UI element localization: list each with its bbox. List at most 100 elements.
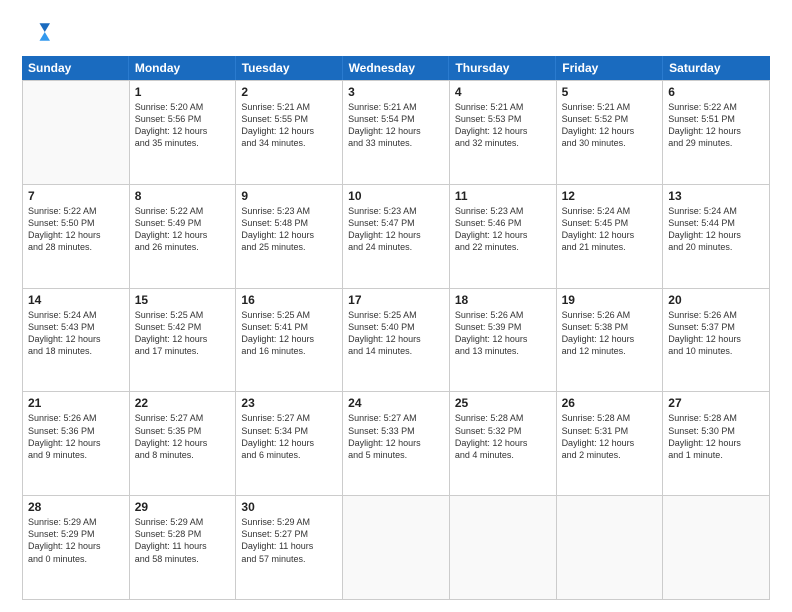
cal-cell: 14Sunrise: 5:24 AMSunset: 5:43 PMDayligh… [23,289,130,393]
cell-line: Sunrise: 5:24 AM [668,205,764,217]
day-number: 26 [562,396,658,410]
cal-cell: 18Sunrise: 5:26 AMSunset: 5:39 PMDayligh… [450,289,557,393]
cell-line: Sunset: 5:38 PM [562,321,658,333]
cell-line: Sunset: 5:28 PM [135,528,231,540]
logo-icon [22,18,50,46]
weekday-header-thursday: Thursday [449,56,556,80]
day-number: 1 [135,85,231,99]
cell-line: Sunset: 5:42 PM [135,321,231,333]
cell-line: Daylight: 12 hours [348,125,444,137]
cell-line: and 9 minutes. [28,449,124,461]
cal-cell: 3Sunrise: 5:21 AMSunset: 5:54 PMDaylight… [343,81,450,185]
cal-cell [450,496,557,600]
cell-line: and 58 minutes. [135,553,231,565]
day-number: 15 [135,293,231,307]
cell-line: and 5 minutes. [348,449,444,461]
cell-line: Sunset: 5:46 PM [455,217,551,229]
weekday-header-saturday: Saturday [663,56,770,80]
cell-line: Sunset: 5:51 PM [668,113,764,125]
cell-line: Sunset: 5:36 PM [28,425,124,437]
cell-line: Sunset: 5:54 PM [348,113,444,125]
cell-line: Daylight: 12 hours [562,229,658,241]
cell-line: Sunrise: 5:27 AM [135,412,231,424]
cell-line: Sunrise: 5:22 AM [135,205,231,217]
cell-line: Daylight: 12 hours [455,125,551,137]
cell-line: Daylight: 12 hours [135,125,231,137]
cell-line: and 16 minutes. [241,345,337,357]
cell-line: Daylight: 12 hours [562,125,658,137]
cell-line: and 29 minutes. [668,137,764,149]
weekday-header-monday: Monday [129,56,236,80]
cell-line: Sunrise: 5:28 AM [562,412,658,424]
cell-line: Daylight: 12 hours [135,229,231,241]
cal-cell: 4Sunrise: 5:21 AMSunset: 5:53 PMDaylight… [450,81,557,185]
day-number: 30 [241,500,337,514]
day-number: 25 [455,396,551,410]
cell-line: Daylight: 11 hours [241,540,337,552]
cal-cell: 8 Sunrise: 5:22 AMSunset: 5:49 PMDaylight… [130,185,237,289]
cal-cell: 21Sunrise: 5:26 AMSunset: 5:36 PMDayligh… [23,392,130,496]
cell-line: Sunset: 5:29 PM [28,528,124,540]
day-number: 8 [135,189,231,203]
day-number: 27 [668,396,764,410]
cell-line: Sunset: 5:49 PM [135,217,231,229]
day-number: 18 [455,293,551,307]
cell-line: Daylight: 12 hours [28,333,124,345]
day-number: 22 [135,396,231,410]
cell-line: Sunset: 5:47 PM [348,217,444,229]
cell-line: Daylight: 12 hours [668,125,764,137]
cal-cell: 5Sunrise: 5:21 AMSunset: 5:52 PMDaylight… [557,81,664,185]
cell-line: Sunset: 5:39 PM [455,321,551,333]
cal-cell: 1Sunrise: 5:20 AMSunset: 5:56 PMDaylight… [130,81,237,185]
cell-line: Sunset: 5:34 PM [241,425,337,437]
weekday-header-friday: Friday [556,56,663,80]
day-number: 11 [455,189,551,203]
cell-line: Daylight: 12 hours [668,333,764,345]
cell-line: Sunrise: 5:21 AM [455,101,551,113]
cell-line: Daylight: 11 hours [135,540,231,552]
cell-line: Daylight: 12 hours [348,229,444,241]
cell-line: Sunrise: 5:26 AM [28,412,124,424]
cell-line: Daylight: 12 hours [241,333,337,345]
cal-cell: 24Sunrise: 5:27 AMSunset: 5:33 PMDayligh… [343,392,450,496]
cal-cell: 27Sunrise: 5:28 AMSunset: 5:30 PMDayligh… [663,392,770,496]
day-number: 12 [562,189,658,203]
cell-line: and 33 minutes. [348,137,444,149]
cell-line: Daylight: 12 hours [455,229,551,241]
cal-cell: 16Sunrise: 5:25 AMSunset: 5:41 PMDayligh… [236,289,343,393]
cell-line: Sunset: 5:45 PM [562,217,658,229]
logo [22,18,54,46]
cell-line: Sunset: 5:40 PM [348,321,444,333]
cell-line: Daylight: 12 hours [241,229,337,241]
cell-line: and 57 minutes. [241,553,337,565]
cal-cell: 29Sunrise: 5:29 AMSunset: 5:28 PMDayligh… [130,496,237,600]
cal-cell: 28Sunrise: 5:29 AMSunset: 5:29 PMDayligh… [23,496,130,600]
day-number: 28 [28,500,124,514]
cell-line: Sunset: 5:32 PM [455,425,551,437]
cal-cell: 9Sunrise: 5:23 AMSunset: 5:48 PMDaylight… [236,185,343,289]
cell-line: and 34 minutes. [241,137,337,149]
day-number: 3 [348,85,444,99]
cal-cell: 6Sunrise: 5:22 AMSunset: 5:51 PMDaylight… [663,81,770,185]
cell-line: Daylight: 12 hours [668,437,764,449]
cal-cell: 17Sunrise: 5:25 AMSunset: 5:40 PMDayligh… [343,289,450,393]
cell-line: Sunrise: 5:24 AM [28,309,124,321]
cell-line: and 1 minute. [668,449,764,461]
cell-line: Daylight: 12 hours [455,437,551,449]
cal-cell: 20Sunrise: 5:26 AMSunset: 5:37 PMDayligh… [663,289,770,393]
cell-line: Sunrise: 5:23 AM [455,205,551,217]
cal-cell: 11 Sunrise: 5:23 AMSunset: 5:46 PMDayligh… [450,185,557,289]
cell-line: Daylight: 12 hours [668,229,764,241]
cell-line: Sunrise: 5:29 AM [28,516,124,528]
day-number: 13 [668,189,764,203]
cell-line: Sunset: 5:50 PM [28,217,124,229]
calendar: SundayMondayTuesdayWednesdayThursdayFrid… [22,56,770,600]
cell-line: and 14 minutes. [348,345,444,357]
cal-cell: 7Sunrise: 5:22 AMSunset: 5:50 PMDaylight… [23,185,130,289]
cell-line: and 12 minutes. [562,345,658,357]
header [22,18,770,46]
cell-line: Sunset: 5:41 PM [241,321,337,333]
cell-line: Daylight: 12 hours [455,333,551,345]
cell-line: Sunset: 5:53 PM [455,113,551,125]
day-number: 2 [241,85,337,99]
